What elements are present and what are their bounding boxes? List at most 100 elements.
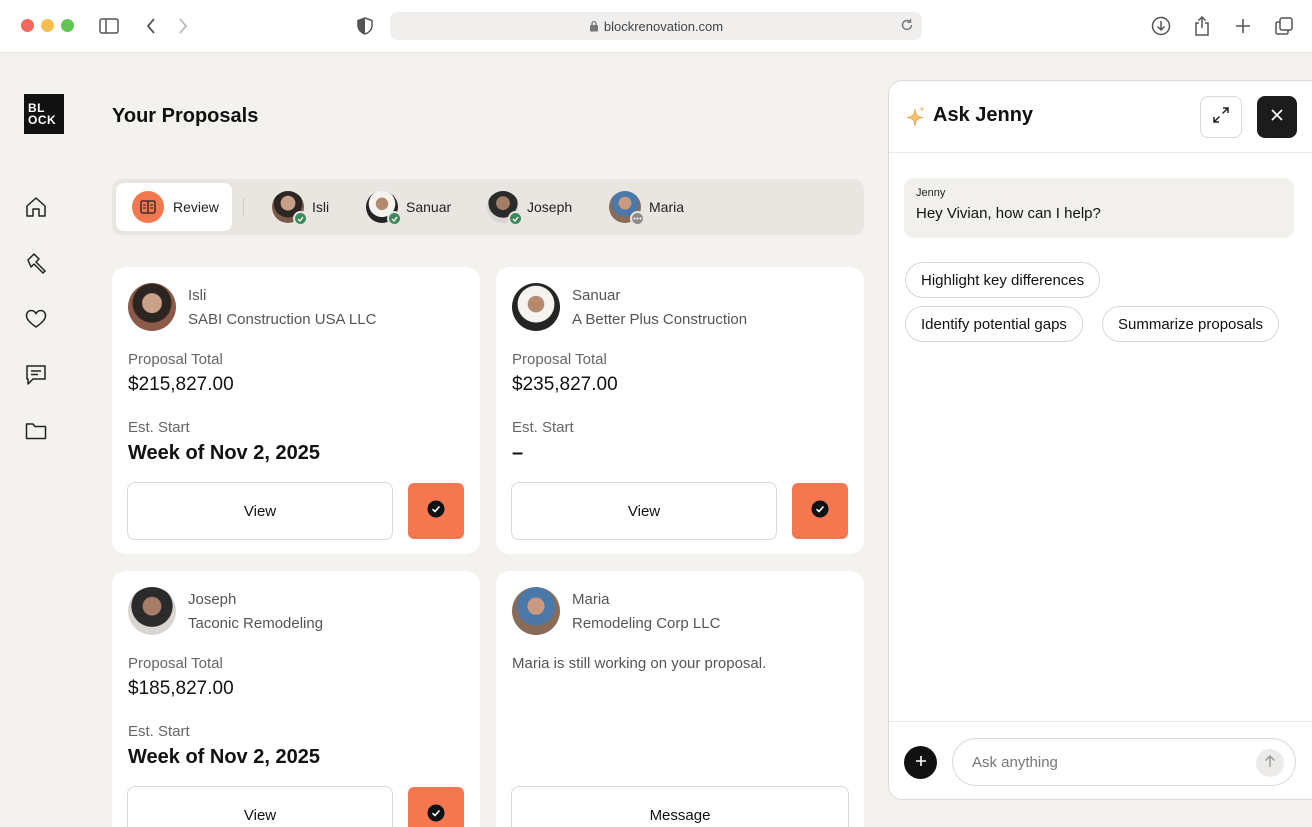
message-button[interactable]: Message bbox=[511, 786, 849, 827]
avatar bbox=[272, 191, 308, 226]
attach-button[interactable] bbox=[904, 746, 937, 779]
company-name: Taconic Remodeling bbox=[188, 615, 324, 632]
accept-button[interactable] bbox=[408, 787, 464, 827]
message-sender: Jenny bbox=[916, 187, 946, 199]
tab-overview-icon[interactable] bbox=[1273, 15, 1295, 37]
expand-icon bbox=[1212, 106, 1230, 129]
tab-maria[interactable]: Maria bbox=[609, 183, 684, 231]
avatar bbox=[128, 587, 176, 635]
tab-label: Sanuar bbox=[406, 199, 452, 215]
view-button[interactable]: View bbox=[511, 482, 777, 540]
avatar bbox=[609, 191, 645, 226]
contractor-name: Joseph bbox=[188, 591, 237, 608]
check-circle-icon bbox=[811, 500, 829, 523]
reload-icon[interactable] bbox=[900, 18, 914, 35]
total-label: Proposal Total bbox=[128, 655, 223, 672]
status-message: Maria is still working on your proposal. bbox=[512, 655, 767, 672]
tab-divider bbox=[243, 198, 244, 216]
proposal-total: $235,827.00 bbox=[512, 374, 618, 395]
start-label: Est. Start bbox=[128, 419, 190, 436]
chat-icon[interactable] bbox=[24, 363, 48, 387]
address-bar[interactable]: blockrenovation.com bbox=[390, 12, 922, 40]
proposal-total: $215,827.00 bbox=[128, 374, 234, 395]
contractor-name: Isli bbox=[188, 287, 207, 304]
total-label: Proposal Total bbox=[512, 351, 607, 368]
compare-icon bbox=[132, 191, 164, 223]
sidebar-toggle-icon[interactable] bbox=[98, 15, 120, 37]
company-name: A Better Plus Construction bbox=[572, 311, 748, 328]
accept-button[interactable] bbox=[408, 483, 464, 539]
download-icon[interactable] bbox=[1150, 15, 1172, 37]
new-tab-icon[interactable] bbox=[1232, 15, 1254, 37]
close-icon bbox=[1271, 108, 1283, 126]
company-name: Remodeling Corp LLC bbox=[572, 615, 721, 632]
ask-jenny-panel: Ask Jenny Jenny Hey Vivian, how can I he… bbox=[888, 80, 1312, 800]
tab-label: Joseph bbox=[527, 199, 573, 215]
browser-toolbar: blockrenovation.com bbox=[0, 0, 1312, 53]
chat-composer bbox=[889, 721, 1312, 801]
page-title: Your Proposals bbox=[112, 105, 259, 127]
privacy-shield-icon[interactable] bbox=[354, 15, 376, 37]
panel-header: Ask Jenny bbox=[889, 81, 1312, 153]
tab-review[interactable]: Review bbox=[116, 183, 232, 231]
view-button[interactable]: View bbox=[127, 482, 393, 540]
avatar bbox=[512, 283, 560, 331]
proposal-card-joseph: Joseph Taconic Remodeling Proposal Total… bbox=[112, 571, 480, 827]
proposal-total: $185,827.00 bbox=[128, 678, 234, 699]
back-icon[interactable] bbox=[140, 15, 162, 37]
tab-joseph[interactable]: Joseph bbox=[487, 183, 572, 231]
start-label: Est. Start bbox=[128, 723, 190, 740]
folder-icon[interactable] bbox=[24, 419, 48, 443]
ask-input[interactable] bbox=[952, 738, 1296, 786]
share-icon[interactable] bbox=[1191, 15, 1213, 37]
block-logo[interactable]: BL OCK bbox=[24, 94, 64, 134]
minimize-window-button[interactable] bbox=[41, 19, 54, 32]
avatar bbox=[487, 191, 523, 226]
more-icon bbox=[630, 211, 645, 226]
check-icon bbox=[508, 211, 523, 226]
suggestion-chip[interactable]: Summarize proposals bbox=[1102, 306, 1280, 342]
arrow-up-icon bbox=[1264, 754, 1276, 773]
tab-sanuar[interactable]: Sanuar bbox=[366, 183, 451, 231]
close-button[interactable] bbox=[1257, 96, 1297, 138]
url-text: blockrenovation.com bbox=[603, 18, 724, 34]
message-text: Hey Vivian, how can I help? bbox=[916, 205, 1101, 222]
accept-button[interactable] bbox=[792, 483, 848, 539]
start-date: – bbox=[512, 442, 524, 464]
panel-title: Ask Jenny bbox=[933, 104, 1034, 126]
suggestion-chip[interactable]: Identify potential gaps bbox=[905, 306, 1083, 342]
logo-line-2: OCK bbox=[28, 113, 57, 127]
company-name: SABI Construction USA LLC bbox=[188, 311, 377, 328]
zoom-window-button[interactable] bbox=[61, 19, 74, 32]
check-circle-icon bbox=[427, 500, 445, 523]
avatar bbox=[512, 587, 560, 635]
home-icon[interactable] bbox=[24, 195, 48, 219]
suggestion-chip[interactable]: Highlight key differences bbox=[905, 262, 1101, 298]
proposal-tabs: Review Isli Sanuar Joseph Maria bbox=[112, 179, 864, 235]
start-date: Week of Nov 2, 2025 bbox=[128, 746, 320, 768]
contractor-name: Maria bbox=[572, 591, 610, 608]
proposal-card-isli: Isli SABI Construction USA LLC Proposal … bbox=[112, 267, 480, 554]
total-label: Proposal Total bbox=[128, 351, 223, 368]
assistant-message: Jenny Hey Vivian, how can I help? bbox=[904, 178, 1294, 238]
plus-icon bbox=[915, 754, 927, 772]
check-icon bbox=[387, 211, 402, 226]
check-icon bbox=[293, 211, 308, 226]
send-button[interactable] bbox=[1256, 749, 1284, 777]
proposal-card-maria: Maria Remodeling Corp LLC Maria is still… bbox=[496, 571, 864, 827]
proposal-card-sanuar: Sanuar A Better Plus Construction Propos… bbox=[496, 267, 864, 554]
check-circle-icon bbox=[427, 804, 445, 827]
view-button[interactable]: View bbox=[127, 786, 393, 827]
heart-icon[interactable] bbox=[24, 307, 48, 331]
hammer-icon[interactable] bbox=[24, 251, 48, 275]
avatar bbox=[366, 191, 402, 226]
expand-button[interactable] bbox=[1200, 96, 1242, 138]
tab-isli[interactable]: Isli bbox=[272, 183, 329, 231]
forward-icon[interactable] bbox=[172, 15, 194, 37]
start-date: Week of Nov 2, 2025 bbox=[128, 442, 320, 464]
tab-review-label: Review bbox=[173, 199, 219, 215]
contractor-name: Sanuar bbox=[572, 287, 621, 304]
lock-icon bbox=[589, 20, 599, 32]
avatar bbox=[128, 283, 176, 331]
close-window-button[interactable] bbox=[21, 19, 34, 32]
